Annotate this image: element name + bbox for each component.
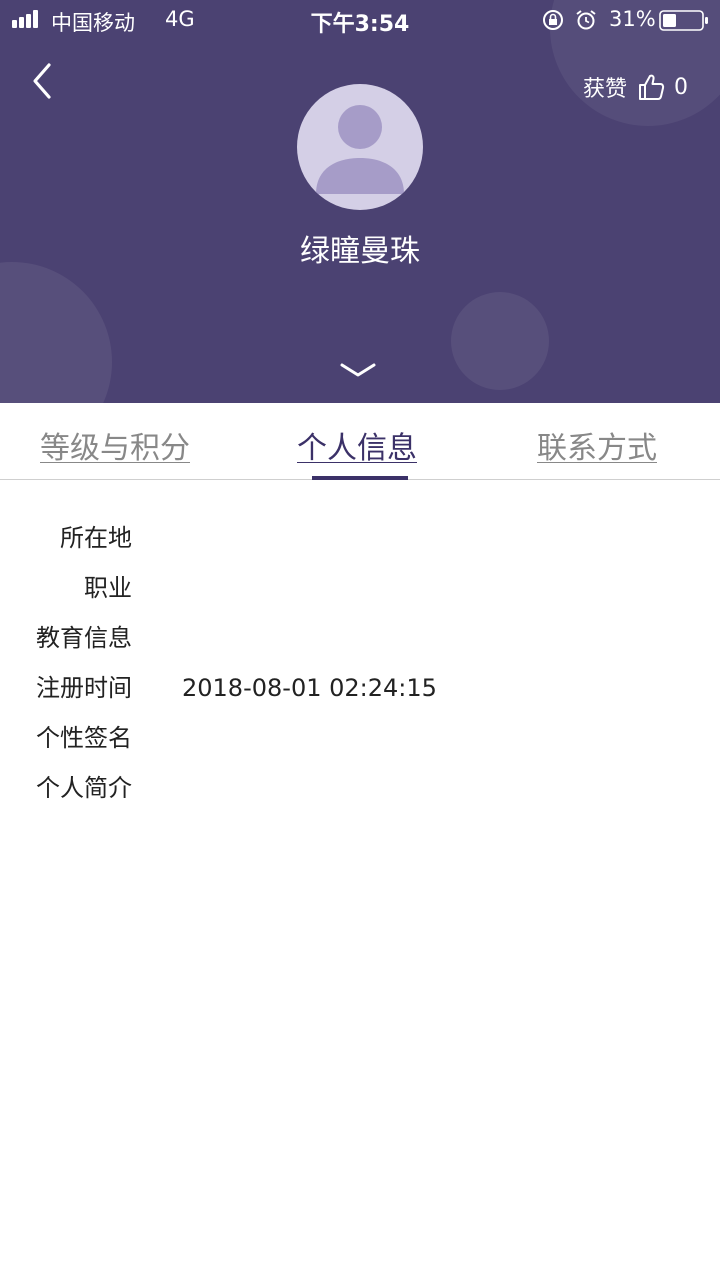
- info-label: 个性签名: [36, 724, 132, 752]
- info-row-occupation: 职业: [0, 570, 720, 620]
- info-label: 所在地: [60, 524, 132, 552]
- thumbs-up-icon[interactable]: [637, 73, 665, 101]
- info-row-bio: 个人简介: [0, 770, 720, 820]
- likes-count: 0: [674, 74, 688, 100]
- tab-level-points[interactable]: 等级与积分: [40, 423, 190, 467]
- info-row-registration-time: 注册时间 2018-08-01 02:24:15: [0, 670, 720, 720]
- personal-info-list: 所在地 职业 教育信息 注册时间 2018-08-01 02:24:15 个性签…: [0, 520, 720, 820]
- decorative-bubble: [451, 292, 549, 390]
- likes-label: 获赞: [582, 77, 627, 102]
- user-silhouette-icon: [316, 105, 404, 194]
- info-label: 个人简介: [36, 774, 132, 802]
- likes-counter: 获赞 0: [582, 72, 688, 103]
- profile-tabs: 等级与积分 个人信息 联系方式: [0, 403, 720, 480]
- chevron-left-icon[interactable]: [27, 60, 59, 102]
- alarm-icon: [576, 10, 596, 30]
- info-value: 2018-08-01 02:24:15: [182, 674, 437, 702]
- decorative-bubble: [0, 262, 112, 403]
- lock-rotation-icon: [543, 10, 563, 30]
- info-label: 注册时间: [36, 674, 132, 702]
- info-label: 职业: [84, 574, 132, 602]
- avatar[interactable]: [297, 84, 423, 210]
- info-row-signature: 个性签名: [0, 720, 720, 770]
- status-bar: 中国移动 4G 下午3:54 31%: [0, 0, 720, 40]
- info-label: 教育信息: [36, 624, 132, 652]
- username: 绿瞳曼珠: [300, 234, 420, 269]
- battery-icon: [659, 10, 708, 31]
- tab-personal-info[interactable]: 个人信息: [297, 423, 417, 467]
- battery-percent: 31%: [609, 7, 656, 31]
- tab-contact[interactable]: 联系方式: [537, 423, 657, 467]
- info-row-education: 教育信息: [0, 620, 720, 670]
- info-row-location: 所在地: [0, 520, 720, 570]
- profile-header: 中国移动 4G 下午3:54 31% 获赞 0 绿瞳曼珠: [0, 0, 720, 403]
- active-tab-indicator: [312, 476, 408, 480]
- chevron-down-icon[interactable]: [338, 360, 378, 380]
